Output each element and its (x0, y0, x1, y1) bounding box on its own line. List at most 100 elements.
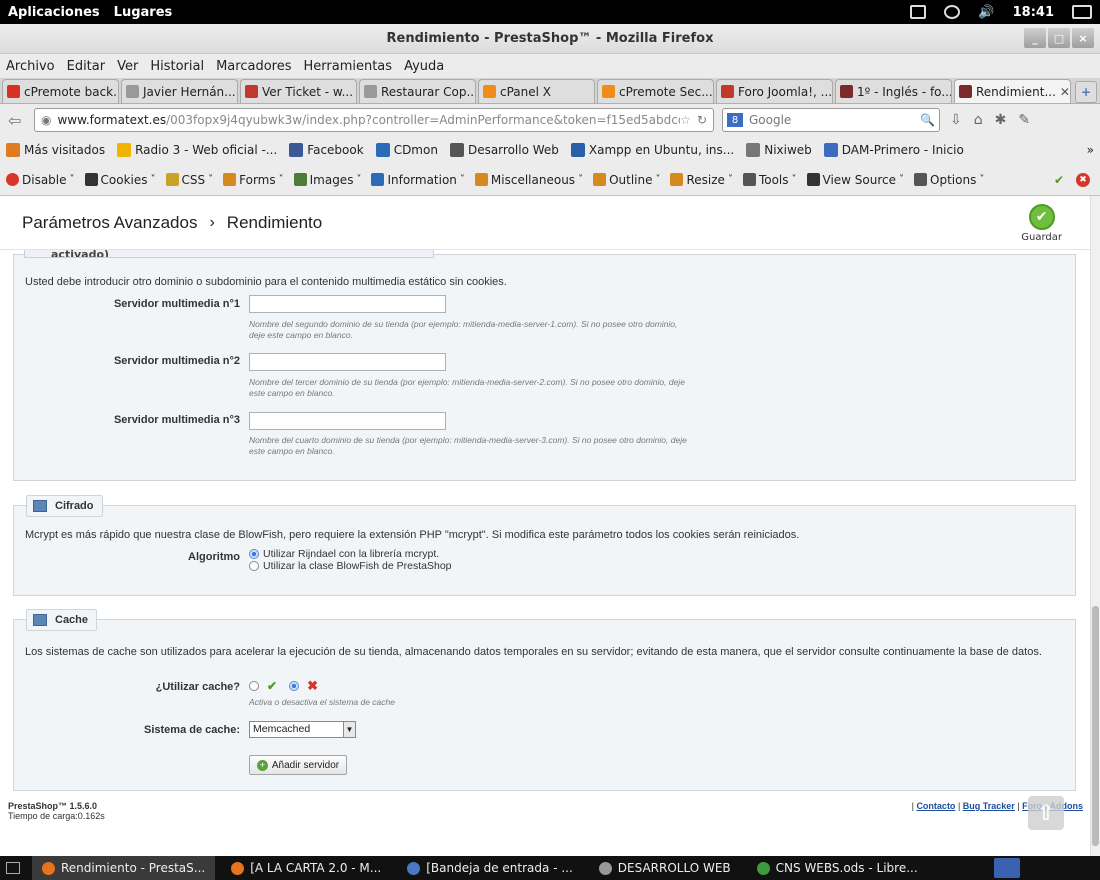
window-titlebar: Rendimiento - PrestaShop™ - Mozilla Fire… (0, 24, 1100, 54)
contact-link[interactable]: Contacto (916, 801, 955, 811)
page-scrollbar[interactable] (1090, 196, 1100, 856)
tab-1[interactable]: Javier Hernán... (121, 79, 238, 103)
addon-icon[interactable]: ✱ (995, 112, 1007, 128)
bookmark-6[interactable]: Nixiweb (746, 143, 812, 157)
media-server-1-input[interactable] (249, 295, 446, 313)
algorithm-option-blowfish[interactable]: Utilizar la clase BlowFish de PrestaShop (249, 560, 452, 572)
applications-menu[interactable]: Aplicaciones (8, 5, 100, 20)
menu-herramientas[interactable]: Herramientas (304, 59, 393, 74)
devtool-menu-2[interactable]: CSS ˅ (165, 172, 213, 187)
radio-rijndael[interactable] (249, 549, 259, 560)
reload-icon[interactable]: ↻ (697, 113, 707, 127)
bookmark-7[interactable]: DAM-Primero - Inicio (823, 143, 964, 157)
bookmark-0[interactable]: Más visitados (6, 143, 105, 157)
bookmark-3[interactable]: CDmon (375, 143, 438, 157)
menu-historial[interactable]: Historial (150, 59, 204, 74)
taskbar-item-1[interactable]: [A LA CARTA 2.0 - M... (221, 856, 391, 880)
menu-archivo[interactable]: Archivo (6, 59, 55, 74)
algorithm-option-rijndael[interactable]: Utilizar Rijndael con la librería mcrypt… (249, 548, 439, 560)
taskbar-item-0[interactable]: Rendimiento - PrestaS... (32, 856, 216, 880)
firefox-tray-icon[interactable] (994, 858, 1020, 878)
taskbar-item-3[interactable]: DESARROLLO WEB (589, 856, 741, 880)
devtool-menu-4[interactable]: Images ˅ (293, 173, 362, 187)
tab-8[interactable]: Rendimient... ✕ (954, 79, 1071, 103)
close-tab-icon[interactable]: ✕ (1056, 85, 1070, 99)
tab-6[interactable]: Foro Joomla!, ... (716, 79, 833, 103)
home-icon[interactable]: ⌂ (974, 112, 983, 128)
menu-ver[interactable]: Ver (117, 59, 138, 74)
add-server-button[interactable]: + Añadir servidor (249, 755, 347, 775)
radio-cache-yes[interactable] (249, 681, 259, 691)
cache-system-label: Sistema de cache: (144, 724, 240, 736)
devtool-menu-5[interactable]: Information ˅ (371, 173, 465, 187)
scroll-to-top-button[interactable]: ⇧ (1028, 796, 1064, 830)
new-tab-button[interactable]: + (1075, 81, 1097, 103)
clock[interactable]: 18:41 (1013, 5, 1054, 20)
tab-5[interactable]: cPremote Sec... (597, 79, 714, 103)
devtool-menu-0[interactable]: Disable ˅ (6, 173, 75, 187)
media-server-3-label: Servidor multimedia n°3 (113, 414, 240, 426)
devtool-menu-9[interactable]: Tools ˅ (742, 173, 797, 187)
taskbar-item-4[interactable]: CNS WEBS.ods - Libre... (747, 856, 928, 880)
page-icon (126, 85, 139, 98)
close-window-button[interactable]: × (1072, 28, 1094, 48)
download-icon[interactable]: ⇩ (950, 112, 962, 128)
radio-blowfish[interactable] (249, 561, 259, 572)
cache-system-select[interactable]: Memcached ▼ (249, 721, 356, 738)
media-server-3-input[interactable] (249, 412, 446, 430)
devtool-menu-8[interactable]: Resize ˅ (670, 173, 733, 187)
bookmark-5[interactable]: Xampp en Ubuntu, ins... (570, 143, 734, 157)
radio-cache-no[interactable] (289, 681, 300, 691)
menu-ayuda[interactable]: Ayuda (404, 59, 444, 74)
tab-0[interactable]: cPremote back... (2, 79, 119, 103)
pen-icon[interactable]: ✎ (1018, 112, 1030, 128)
w-icon (721, 85, 734, 98)
back-icon[interactable]: ⇦ (8, 111, 21, 130)
tab-7[interactable]: 1º - Inglés - fo... (835, 79, 952, 103)
url-bar[interactable]: ◉ www.formatext.es /003fopx9j4qyubwk3w/i… (34, 108, 714, 132)
mail-icon[interactable] (910, 5, 927, 19)
google-icon[interactable]: 8 (727, 113, 743, 127)
search-icon[interactable]: 🔍 (920, 113, 935, 127)
devtool-menu-10[interactable]: View Source ˅ (806, 173, 904, 187)
devtool-label: CSS (181, 172, 206, 187)
places-menu[interactable]: Lugares (114, 5, 173, 20)
bookmark-2[interactable]: Facebook (289, 143, 364, 157)
session-icon[interactable] (1072, 5, 1092, 19)
save-button[interactable]: ✔ Guardar (1021, 204, 1062, 243)
search-box[interactable]: 8 Google 🔍 (722, 108, 940, 132)
validation-ok-icon[interactable]: ✔ (1054, 173, 1064, 187)
chevron-down-icon: ˅ (356, 174, 362, 185)
site-identity-icon[interactable]: ◉ (41, 113, 51, 127)
menu-marcadores[interactable]: Marcadores (216, 59, 291, 74)
chat-icon[interactable] (944, 5, 961, 19)
devtool-icon (670, 173, 684, 186)
scrollbar-thumb[interactable] (1092, 606, 1099, 846)
minimize-button[interactable]: _ (1024, 28, 1046, 48)
devtool-menu-6[interactable]: Miscellaneous ˅ (474, 173, 583, 187)
devtool-menu-7[interactable]: Outline ˅ (593, 173, 660, 187)
devtool-icon (371, 173, 385, 186)
bookmark-star-icon[interactable]: ☆ (680, 113, 691, 127)
bookmark-1[interactable]: Radio 3 - Web oficial -... (117, 143, 277, 157)
taskbar-item-2[interactable]: [Bandeja de entrada - ... (397, 856, 583, 880)
bug-tracker-link[interactable]: Bug Tracker (963, 801, 1015, 811)
devtool-menu-1[interactable]: Cookies ˅ (84, 172, 156, 187)
breadcrumb-parent[interactable]: Parámetros Avanzados (22, 213, 197, 233)
volume-icon[interactable]: 🔊 (978, 5, 994, 20)
media-server-2-input[interactable] (249, 353, 446, 371)
menu-editar[interactable]: Editar (67, 59, 106, 74)
bookmark-4[interactable]: Desarrollo Web (449, 143, 559, 157)
show-desktop-icon[interactable] (6, 862, 20, 874)
devtool-label: Cookies (100, 172, 148, 187)
devtool-menu-11[interactable]: Options ˅ (914, 173, 984, 187)
tab-3[interactable]: Restaurar Cop... (359, 79, 476, 103)
tab-2[interactable]: Ver Ticket - w... (240, 79, 357, 103)
bookmarks-overflow-icon[interactable]: » (1087, 143, 1094, 157)
tab-4[interactable]: cPanel X (478, 79, 595, 103)
taskbar-label: CNS WEBS.ods - Libre... (775, 861, 918, 875)
maximize-button[interactable]: □ (1048, 28, 1070, 48)
chevron-down-icon: ˅ (791, 174, 797, 185)
validation-error-icon[interactable]: ✖ (1076, 172, 1090, 187)
devtool-menu-3[interactable]: Forms ˅ (223, 173, 284, 187)
